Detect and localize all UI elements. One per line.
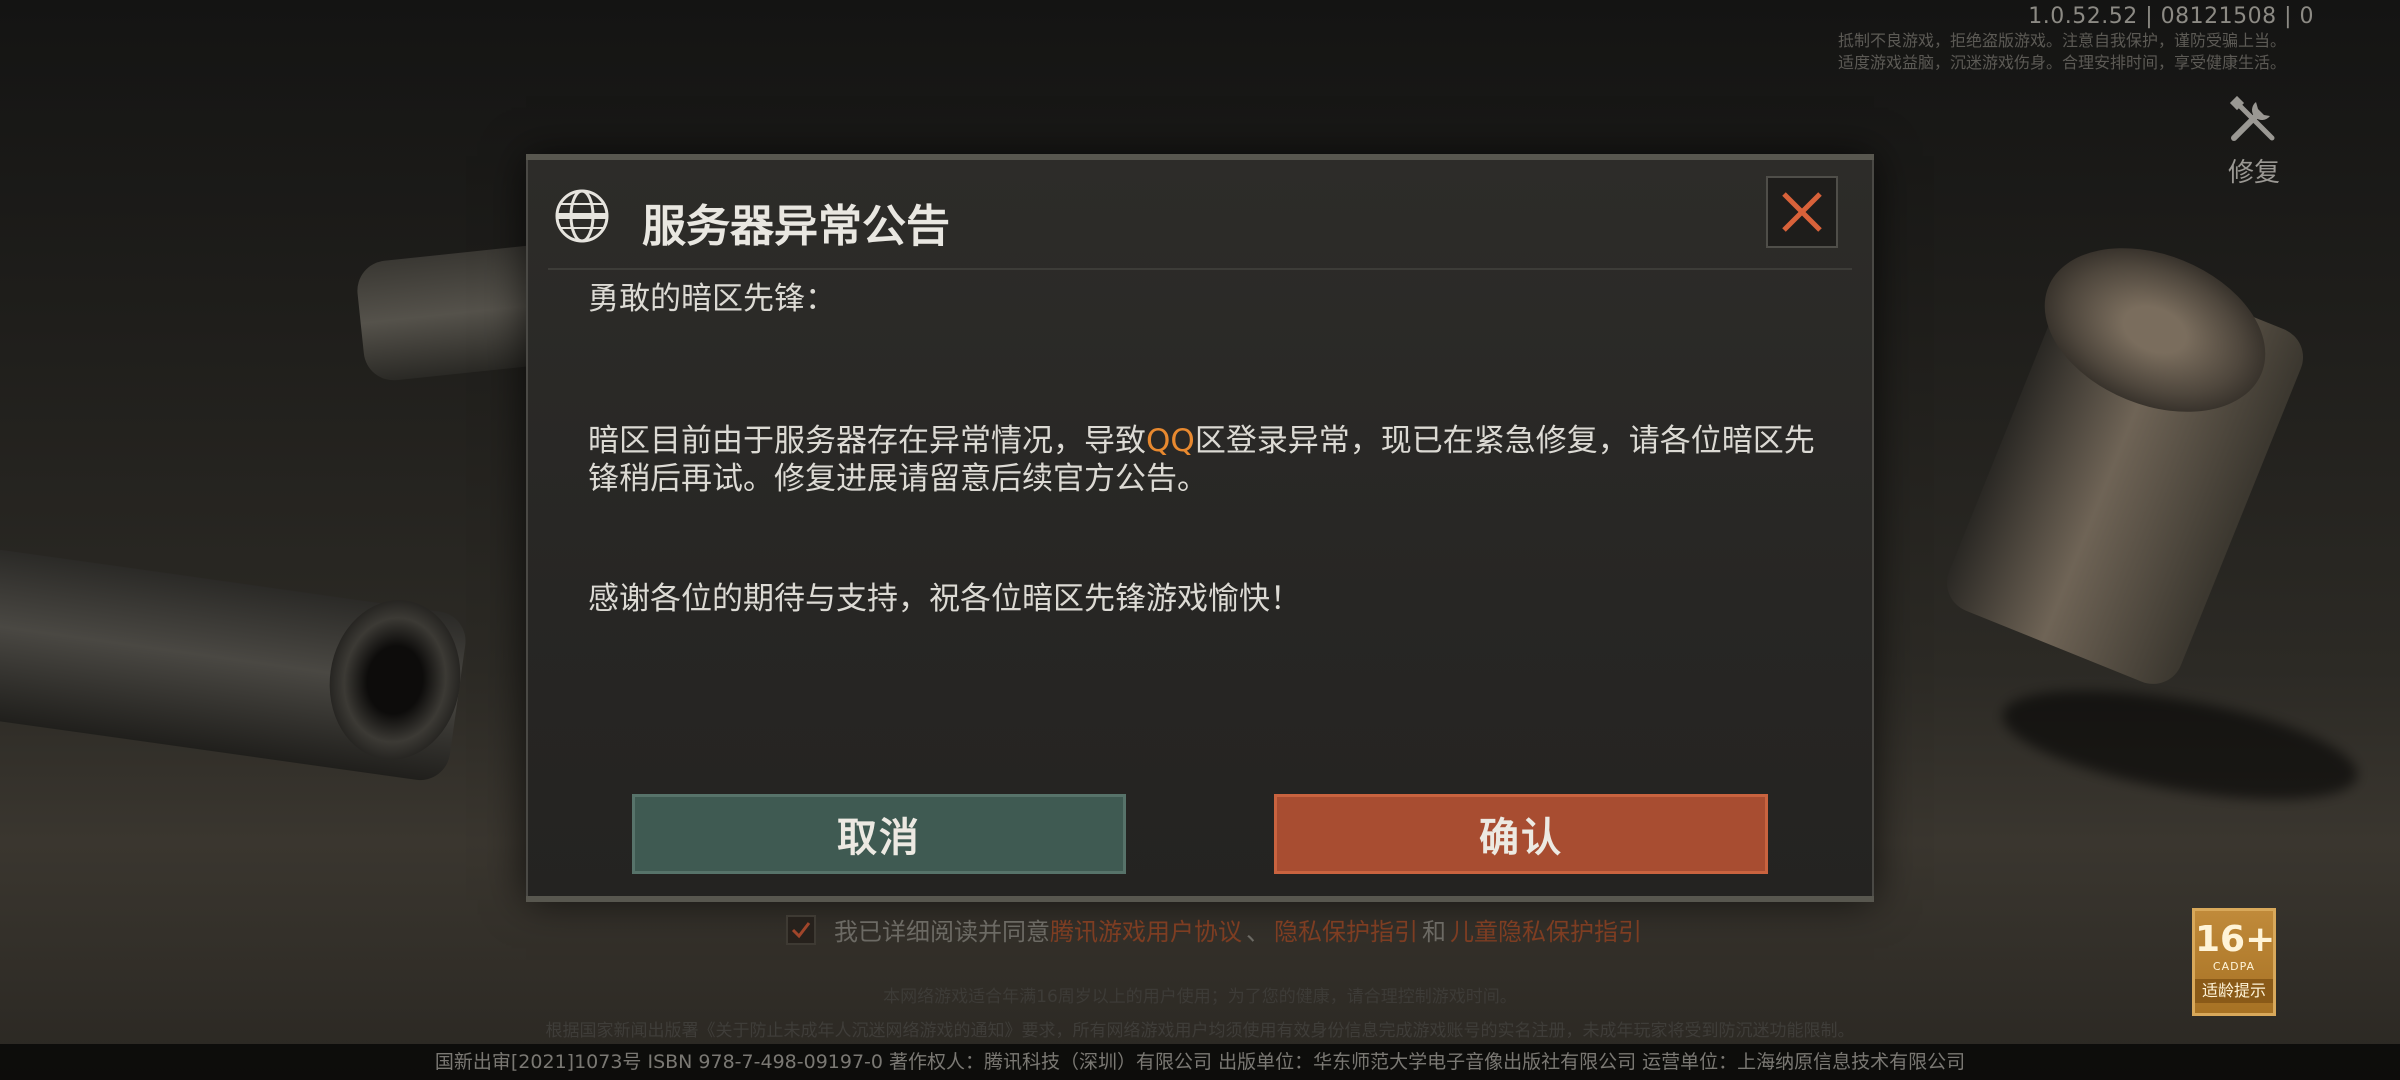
age-rating-number: 16+ <box>2195 919 2276 960</box>
agreement-prefix: 我已详细阅读并同意 <box>834 918 1050 946</box>
dialog-header: 服务器异常公告 <box>548 176 1852 270</box>
repair-label: 修复 <box>2227 158 2280 188</box>
notice-paragraph: 暗区目前由于服务器存在异常情况，导致QQ区登录异常，现已在紧急修复，请各位暗区先… <box>588 422 1818 498</box>
health-notice: 抵制不良游戏，拒绝盗版游戏。注意自我保护，谨防受骗上当。 适度游戏益脑，沉迷游戏… <box>1838 30 2286 74</box>
fine-print: 本网络游戏适合年满16周岁以上的用户使用；为了您的健康，请合理控制游戏时间。 <box>883 987 1517 1007</box>
privacy-policy-link[interactable]: 隐私保护指引 <box>1274 912 1418 947</box>
version-text: 1.0.52.52 | 08121508 | 0 <box>2028 4 2314 29</box>
repair-button[interactable]: 修复 <box>2218 95 2290 189</box>
thanks-paragraph: 感谢各位的期待与支持，祝各位暗区先锋游戏愉快！ <box>588 581 1301 617</box>
agreement-row: 我已详细阅读并同意 腾讯游戏用户协议 、 隐私保护指引 和 儿童隐私保护指引 <box>786 912 1642 947</box>
close-button[interactable] <box>1766 176 1838 248</box>
qq-highlight: QQ <box>1146 423 1195 459</box>
age-rating-tip: 适龄提示 <box>2195 979 2273 1003</box>
copyright-footer: 国新出审[2021]1073号 ISBN 978-7-498-09197-0 著… <box>0 1044 2400 1080</box>
health-notice-line: 适度游戏益脑，沉迷游戏伤身。合理安排时间，享受健康生活。 <box>1837 53 2286 72</box>
child-privacy-link[interactable]: 儿童隐私保护指引 <box>1450 912 1642 947</box>
server-notice-dialog: 服务器异常公告 勇敢的暗区先锋： 暗区目前由于服务器存在异常情况，导致QQ区登录… <box>526 154 1874 902</box>
agreement-and: 和 <box>1422 918 1446 946</box>
cancel-button[interactable]: 取消 <box>632 794 1126 874</box>
confirm-button[interactable]: 确认 <box>1274 794 1768 874</box>
agreement-checkbox[interactable] <box>786 914 816 945</box>
fine-print: 根据国家新闻出版署《关于防止未成年人沉迷网络游戏的通知》要求，所有网络游戏用户均… <box>545 1021 1855 1041</box>
user-agreement-link[interactable]: 腾讯游戏用户协议 <box>1050 912 1242 947</box>
greeting-text: 勇敢的暗区先锋： <box>588 281 836 317</box>
age-rating-org: CADPA <box>2212 960 2256 973</box>
wrench-screwdriver-icon <box>2229 95 2275 141</box>
close-icon <box>1782 192 1822 232</box>
checkmark-icon <box>791 921 811 938</box>
notice-text: 暗区目前由于服务器存在异常情况，导致 <box>588 423 1146 459</box>
age-rating-badge[interactable]: 16+ CADPA 适龄提示 <box>2192 908 2276 1016</box>
globe-icon <box>555 189 609 243</box>
dialog-title: 服务器异常公告 <box>642 201 950 252</box>
agreement-separator: 、 <box>1246 918 1270 946</box>
health-notice-line: 抵制不良游戏，拒绝盗版游戏。注意自我保护，谨防受骗上当。 <box>1837 31 2286 50</box>
